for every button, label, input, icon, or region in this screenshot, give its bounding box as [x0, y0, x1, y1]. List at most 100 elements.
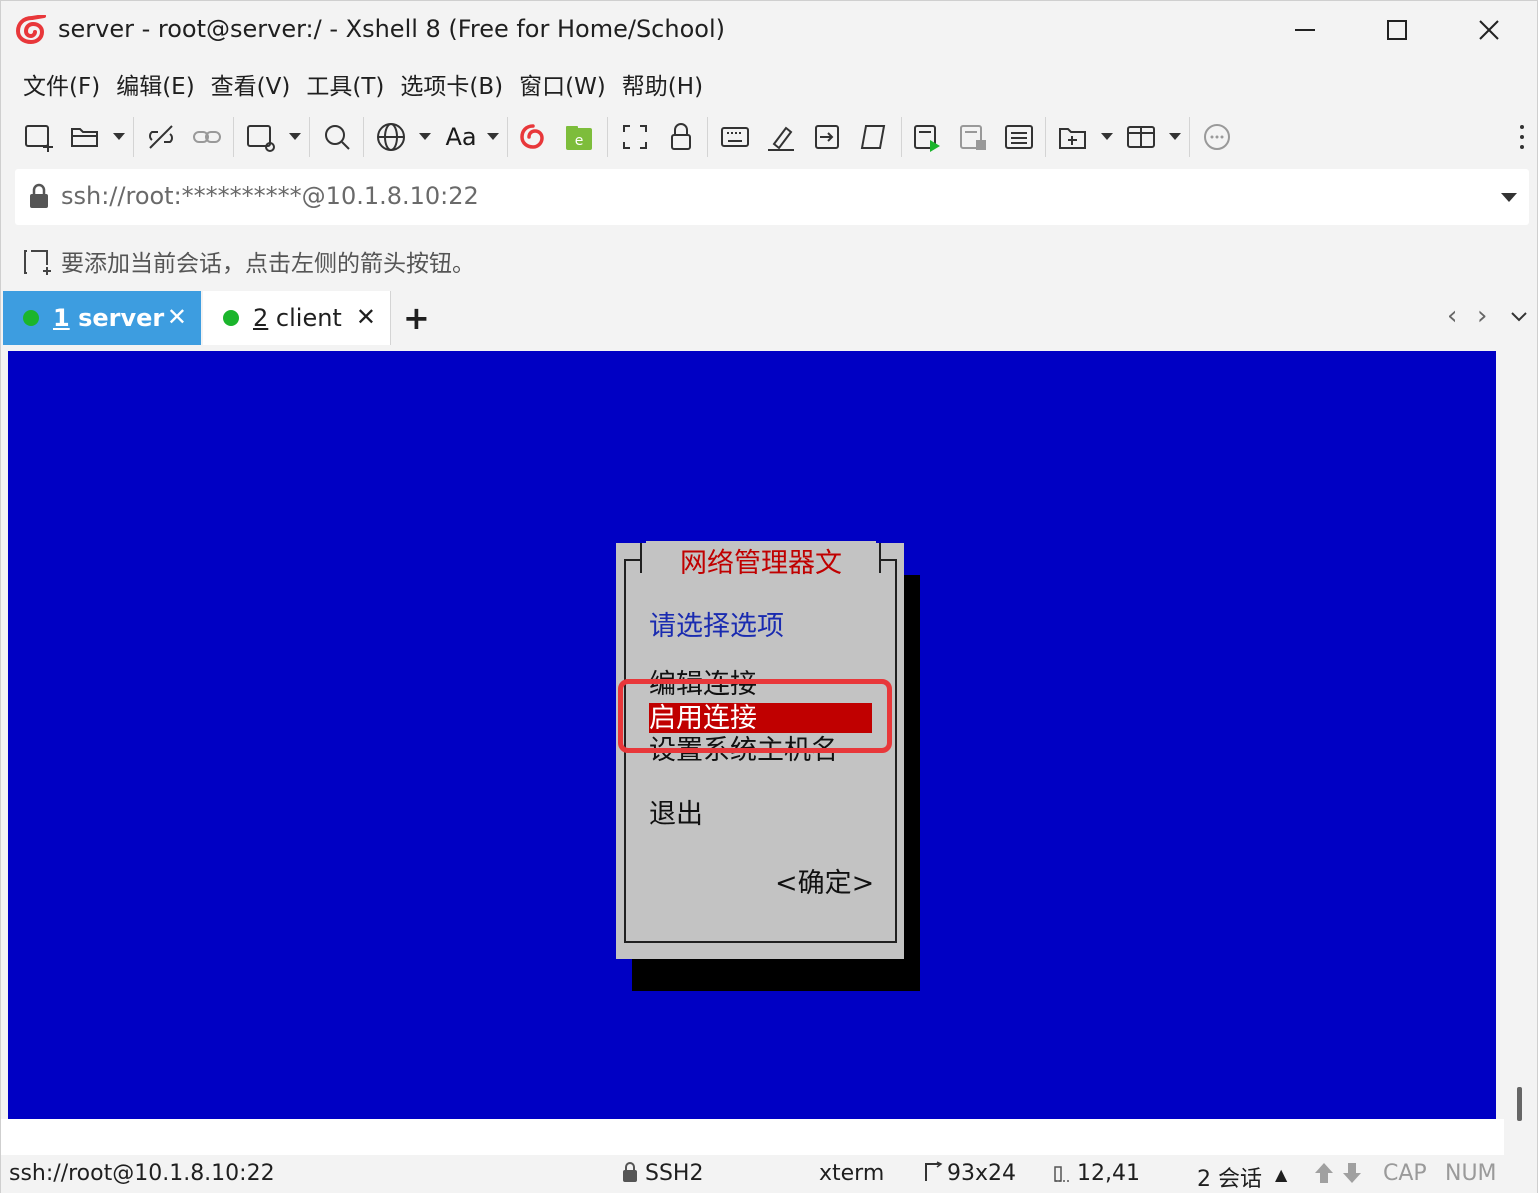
- dialog-prompt: 请选择选项: [649, 611, 784, 642]
- open-dropdown-caret[interactable]: [113, 133, 125, 140]
- keyboard-button[interactable]: [717, 119, 753, 155]
- encoding-dropdown-caret[interactable]: [419, 133, 431, 140]
- script-button[interactable]: [855, 119, 891, 155]
- connected-status-icon: [223, 310, 239, 326]
- disconnect-icon: [149, 125, 173, 149]
- menu-tabs[interactable]: 选项卡(B): [392, 63, 511, 105]
- terminal-bottom-padding: [1, 1119, 1504, 1155]
- option-quit[interactable]: 退出: [649, 799, 703, 831]
- chat-button[interactable]: [1199, 119, 1235, 155]
- minimize-button[interactable]: [1275, 9, 1335, 51]
- fullscreen-button[interactable]: [617, 119, 653, 155]
- toolbar-separator: [607, 117, 608, 157]
- more-vertical-icon: [1520, 125, 1524, 149]
- tab-list-chevron-down-icon[interactable]: [1509, 309, 1529, 325]
- maximize-button[interactable]: [1367, 9, 1427, 51]
- tab-next-icon[interactable]: ›: [1477, 301, 1487, 331]
- address-bar[interactable]: ssh://root:**********@10.1.8.10:22: [15, 169, 1529, 225]
- dialog-title-tick-right: [879, 543, 881, 573]
- search-button[interactable]: [319, 119, 355, 155]
- xshell-button[interactable]: [515, 119, 551, 155]
- toolbar-overflow-button[interactable]: [1515, 119, 1529, 155]
- properties-dropdown-caret[interactable]: [289, 133, 301, 140]
- lock-icon: [671, 123, 691, 150]
- chat-icon: [1204, 124, 1230, 150]
- session-properties-button[interactable]: [243, 119, 279, 155]
- xshell-icon: [520, 124, 544, 149]
- reconnect-button[interactable]: [189, 119, 225, 155]
- transfer-button[interactable]: [809, 119, 845, 155]
- upload-arrow-icon: [1315, 1163, 1333, 1183]
- ok-button[interactable]: <确定>: [775, 861, 874, 900]
- address-input[interactable]: ssh://root:**********@10.1.8.10:22: [61, 182, 479, 210]
- tab-label: 1 server: [53, 304, 164, 332]
- font-icon: Aa: [445, 123, 477, 151]
- compose-button[interactable]: [1001, 119, 1037, 155]
- encoding-button[interactable]: [373, 119, 409, 155]
- close-tab-icon[interactable]: ✕: [356, 305, 376, 329]
- status-connection: ssh://root@10.1.8.10:22: [9, 1161, 275, 1186]
- menu-help[interactable]: 帮助(H): [614, 63, 711, 105]
- status-terminal-size: 93x24: [947, 1161, 1017, 1186]
- stop-log-button[interactable]: [955, 119, 991, 155]
- layout-dropdown-caret[interactable]: [1169, 133, 1181, 140]
- menu-edit[interactable]: 编辑(E): [108, 63, 202, 105]
- dialog-title: 网络管理器文: [646, 541, 876, 580]
- connected-status-icon: [23, 310, 39, 326]
- tab-group-dropdown-caret[interactable]: [1101, 133, 1113, 140]
- disconnect-button[interactable]: [143, 119, 179, 155]
- close-tab-icon[interactable]: ✕: [167, 305, 187, 329]
- new-tab-group-button[interactable]: [1055, 119, 1091, 155]
- minimize-icon: [1295, 29, 1315, 31]
- title-bar: server - root@server:/ - Xshell 8 (Free …: [1, 1, 1537, 59]
- window-title: server - root@server:/ - Xshell 8 (Free …: [58, 15, 725, 43]
- menu-file[interactable]: 文件(F): [15, 63, 108, 105]
- session-hint-bar: 要添加当前会话，点击左侧的箭头按钮。: [21, 241, 475, 281]
- start-log-button[interactable]: [909, 119, 945, 155]
- layout-button[interactable]: [1123, 119, 1159, 155]
- add-session-arrow-icon[interactable]: [21, 245, 53, 277]
- tab-number: 1: [53, 304, 70, 332]
- xftp-icon: e: [566, 126, 592, 150]
- status-terminal-type: xterm: [819, 1161, 885, 1186]
- menu-view[interactable]: 查看(V): [203, 63, 299, 105]
- highlight-icon: [768, 126, 794, 151]
- font-dropdown-caret[interactable]: [487, 133, 499, 140]
- font-button[interactable]: Aa: [441, 119, 481, 155]
- address-dropdown-icon[interactable]: [1501, 193, 1517, 202]
- toolbar-separator: [1045, 117, 1046, 157]
- status-caps-lock: CAP: [1383, 1161, 1427, 1186]
- script-icon: [860, 125, 886, 149]
- start-log-icon: [914, 125, 940, 152]
- menu-tools[interactable]: 工具(T): [298, 63, 392, 105]
- menu-window[interactable]: 窗口(W): [511, 63, 614, 105]
- lock-button[interactable]: [663, 119, 699, 155]
- xftp-button[interactable]: e: [561, 119, 597, 155]
- dialog-title-tick-left: [640, 543, 642, 573]
- tab-client[interactable]: 2 client ✕: [203, 291, 391, 345]
- xshell-logo-icon: [15, 15, 46, 45]
- open-button[interactable]: [67, 119, 103, 155]
- layout-icon: [1127, 126, 1155, 148]
- highlight-button[interactable]: [763, 119, 799, 155]
- toolbar-separator: [363, 117, 364, 157]
- scrollbar-thumb[interactable]: [1517, 1087, 1522, 1121]
- status-cursor-position: 12,41: [1077, 1161, 1140, 1186]
- new-session-button[interactable]: [21, 119, 57, 155]
- toolbar-separator: [1189, 117, 1190, 157]
- terminal-scrollbar[interactable]: [1504, 345, 1534, 1155]
- hint-text: 要添加当前会话，点击左侧的箭头按钮。: [61, 251, 475, 277]
- sessions-caret-up-icon[interactable]: ▲: [1275, 1165, 1287, 1184]
- close-window-button[interactable]: [1459, 9, 1519, 51]
- stop-log-icon: [960, 125, 986, 150]
- status-protocol: SSH2: [645, 1161, 704, 1186]
- cursor-position-icon: [1054, 1166, 1069, 1182]
- add-tab-button[interactable]: +: [403, 299, 430, 337]
- menu-bar: 文件(F) 编辑(E) 查看(V) 工具(T) 选项卡(B) 窗口(W) 帮助(…: [15, 63, 711, 105]
- status-session-count[interactable]: 2 会话: [1197, 1161, 1262, 1193]
- tab-server[interactable]: 1 server ✕: [3, 291, 201, 345]
- toolbar-separator: [309, 117, 310, 157]
- compose-icon: [1005, 125, 1033, 149]
- tab-bar: 1 server ✕ 2 client ✕ + ‹ ›: [1, 291, 1537, 345]
- tab-prev-icon[interactable]: ‹: [1447, 301, 1457, 331]
